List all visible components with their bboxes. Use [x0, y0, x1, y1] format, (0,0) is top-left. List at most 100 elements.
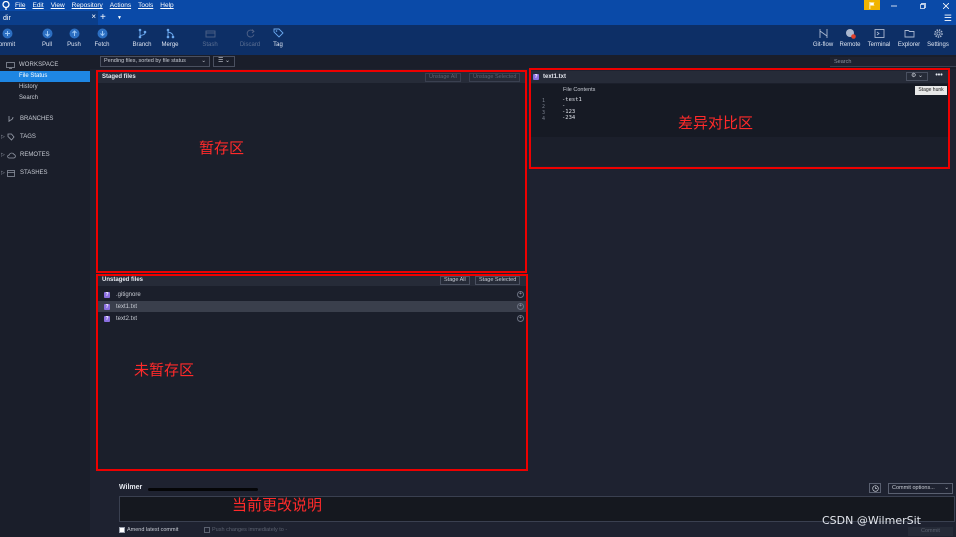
- tags-label: TAGS: [20, 134, 36, 140]
- stage-file-icon[interactable]: +: [517, 315, 524, 322]
- remote-icon: [844, 27, 856, 39]
- discard-icon: [244, 27, 256, 39]
- branch-icon: [136, 27, 148, 39]
- flag-icon[interactable]: [864, 0, 880, 10]
- sidebar-group-branches[interactable]: BRANCHES: [0, 113, 90, 125]
- sort-dropdown[interactable]: Pending files, sorted by file status ⌄: [100, 56, 210, 67]
- push-icon: [68, 27, 80, 39]
- sidebar: WORKSPACE File Status History Search BRA…: [0, 55, 90, 537]
- stash-icon: [7, 169, 17, 177]
- tab-list-dropdown[interactable]: ▼: [117, 11, 122, 25]
- diff-header: ? text1.txt: [530, 71, 949, 83]
- list-item[interactable]: ? .gitignore +: [98, 289, 526, 300]
- menu-bar: File Edit View Repository Actions Tools …: [0, 0, 956, 11]
- remote-button[interactable]: Remote: [835, 27, 865, 48]
- sidebar-item-search[interactable]: Search: [0, 93, 90, 104]
- menu-edit[interactable]: Edit: [32, 2, 43, 9]
- push-button[interactable]: Push: [59, 27, 89, 48]
- new-tab-button[interactable]: +: [100, 11, 106, 25]
- menu-help[interactable]: Help: [160, 2, 173, 9]
- sidebar-item-history[interactable]: History: [0, 82, 90, 93]
- view-mode-dropdown[interactable]: ☰ ⌄: [213, 56, 235, 67]
- sidebar-item-file-status[interactable]: File Status: [0, 71, 90, 82]
- menu-actions[interactable]: Actions: [110, 2, 131, 9]
- terminal-button[interactable]: Terminal: [864, 27, 894, 48]
- commit-label: ommit: [0, 42, 16, 48]
- explorer-button[interactable]: Explorer: [894, 27, 924, 48]
- monitor-icon: [6, 61, 15, 69]
- merge-icon: [164, 27, 176, 39]
- unstaged-files-header: Unstaged files Stage All Stage Selected: [98, 275, 526, 286]
- push-label: Push: [67, 42, 81, 48]
- folder-icon: [903, 27, 915, 39]
- toolbar: ommit Pull Push Fetch Branch Merge Stash…: [0, 25, 956, 55]
- hamburger-menu-icon[interactable]: ☰: [944, 11, 952, 25]
- minimize-button[interactable]: [884, 0, 904, 11]
- diff-filename: text1.txt: [543, 74, 567, 80]
- tab-close-icon[interactable]: ×: [91, 12, 96, 21]
- menu-file[interactable]: File: [15, 2, 25, 9]
- terminal-icon: [873, 27, 885, 39]
- menu-repository[interactable]: Repository: [72, 2, 103, 9]
- list-item[interactable]: ? text1.txt +: [98, 301, 526, 312]
- diff-settings-dropdown[interactable]: ⚙ ⌄: [906, 72, 928, 81]
- pull-label: Pull: [41, 42, 52, 48]
- tab-repo[interactable]: dir ×: [0, 11, 98, 25]
- unstaged-files-title: Unstaged files: [102, 277, 144, 283]
- untracked-status-icon: ?: [104, 291, 110, 298]
- merge-button[interactable]: Merge: [155, 27, 185, 48]
- commit-icon: [1, 27, 13, 39]
- amend-checkbox[interactable]: Amend latest commit: [119, 527, 178, 533]
- stage-hunk-tooltip: Stage hunk: [915, 86, 947, 95]
- sort-dropdown-value: Pending files, sorted by file status: [104, 58, 186, 64]
- merge-label: Merge: [161, 42, 179, 48]
- explorer-label: Explorer: [897, 42, 921, 48]
- stage-selected-button[interactable]: Stage Selected: [475, 276, 521, 285]
- untracked-status-icon: ?: [533, 74, 539, 80]
- restore-button[interactable]: [913, 0, 933, 11]
- pull-button[interactable]: Pull: [32, 27, 62, 48]
- unstage-selected-button[interactable]: Unstage Selected: [469, 73, 521, 82]
- fetch-button[interactable]: Fetch: [87, 27, 117, 48]
- discard-label: Discard: [239, 42, 261, 48]
- line-number: 4: [542, 116, 546, 122]
- history-icon[interactable]: [869, 483, 881, 493]
- diff-annotation-label: 差异对比区: [678, 114, 754, 132]
- stash-button[interactable]: Stash: [195, 27, 225, 48]
- tag-button[interactable]: Tag: [263, 27, 293, 48]
- git-flow-button[interactable]: Git-flow: [808, 27, 838, 48]
- push-immediately-checkbox[interactable]: Push changes immediately to -: [204, 527, 287, 533]
- checkbox-box: [204, 527, 210, 533]
- stage-file-icon[interactable]: +: [517, 303, 524, 310]
- tab-bar: dir × + ▼ ☰: [0, 11, 956, 25]
- git-flow-icon: [817, 27, 829, 39]
- remote-label: Remote: [839, 42, 861, 48]
- unstage-all-button[interactable]: Unstage All: [425, 73, 461, 82]
- tab-title: dir: [3, 14, 11, 22]
- fetch-label: Fetch: [94, 42, 110, 48]
- commit-options-dropdown[interactable]: Commit options... ⌄: [888, 483, 953, 494]
- list-item[interactable]: ? text2.txt +: [98, 313, 526, 324]
- filter-bar: Pending files, sorted by file status ⌄ ☰…: [90, 55, 956, 69]
- commit-submit-button[interactable]: Commit: [908, 527, 953, 536]
- menu-view[interactable]: View: [51, 2, 65, 9]
- staged-files-header: Staged files Unstage All Unstage Selecte…: [98, 72, 526, 83]
- more-options-icon[interactable]: •••: [932, 72, 946, 81]
- discard-button[interactable]: Discard: [235, 27, 265, 48]
- close-window-button[interactable]: [936, 0, 956, 11]
- chevron-down-icon: ⌄: [201, 58, 206, 64]
- sidebar-group-remotes[interactable]: ▷ REMOTES: [0, 149, 90, 161]
- settings-button[interactable]: Settings: [923, 27, 953, 48]
- menu-tools[interactable]: Tools: [138, 2, 153, 9]
- stage-all-button[interactable]: Stage All: [440, 276, 470, 285]
- branch-label: Branch: [132, 42, 152, 48]
- file-name: text1.txt: [116, 303, 138, 310]
- watermark: CSDN @WilmerSit: [822, 514, 921, 527]
- search-input[interactable]: Search: [830, 57, 956, 67]
- chevron-down-icon: ⌄: [944, 485, 949, 491]
- stage-file-icon[interactable]: +: [517, 291, 524, 298]
- sidebar-group-stashes[interactable]: ▷ STASHES: [0, 167, 90, 179]
- branch-button[interactable]: Branch: [127, 27, 157, 48]
- sidebar-group-tags[interactable]: ▷ TAGS: [0, 131, 90, 143]
- commit-button[interactable]: ommit: [0, 27, 22, 48]
